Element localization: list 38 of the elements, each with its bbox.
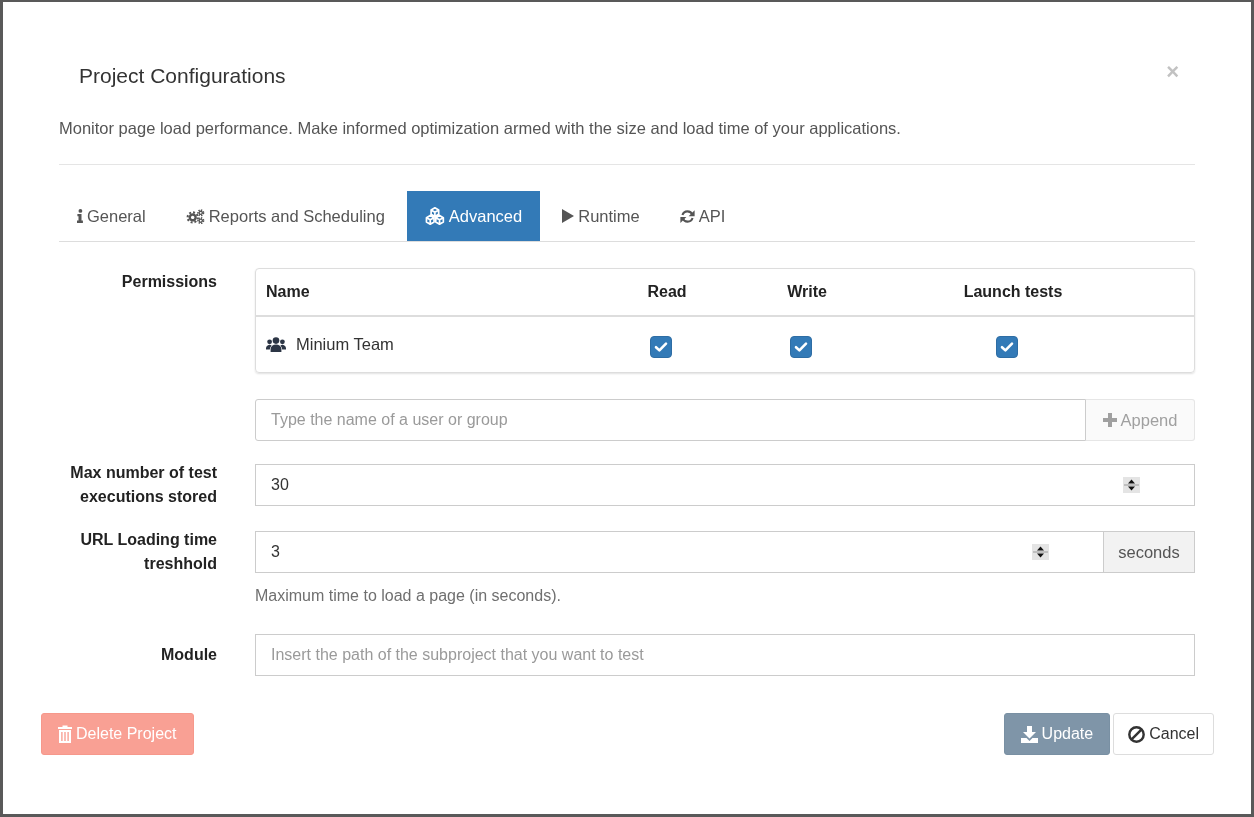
text-input[interactable]: Insert the path of the subproject that you want to test: [255, 634, 1195, 676]
field-label: Max number of test executions stored: [69, 463, 217, 507]
checkbox[interactable]: [650, 335, 672, 358]
field-label: Permissions: [120, 272, 217, 292]
tab[interactable]: API: [661, 191, 744, 241]
download-icon: [1020, 725, 1038, 743]
info-icon: [77, 209, 83, 223]
cancel-button[interactable]: Cancel: [1113, 713, 1214, 755]
ban-icon: [1128, 725, 1146, 743]
help-text: Maximum time to load a page (in seconds).: [255, 586, 562, 606]
dialog-description: Monitor page load performance. Make informed optimization armed with the size and load time of your applications.: [59, 118, 902, 139]
stepper-icon[interactable]: [1123, 477, 1140, 493]
plus-icon: [1102, 413, 1117, 427]
number-input[interactable]: 30: [255, 464, 1195, 506]
column-header: Name: [266, 283, 310, 301]
trash-icon: [58, 725, 72, 743]
refresh-icon: [679, 208, 695, 224]
dialog-title: Project Configurations: [79, 63, 286, 89]
tab[interactable]: Advanced: [406, 191, 541, 241]
column-header: Launch tests: [963, 283, 1063, 301]
number-input[interactable]: 3: [255, 531, 1104, 573]
play-icon: [562, 209, 575, 223]
checkbox[interactable]: [790, 335, 812, 358]
users-icon: [266, 337, 286, 352]
column-header: Read: [647, 283, 687, 301]
user-input[interactable]: Type the name of a user or group: [255, 399, 1086, 441]
unit-label: seconds: [1104, 531, 1195, 573]
gears-icon: [185, 208, 205, 224]
checkbox[interactable]: [996, 335, 1018, 358]
field-label: Module: [160, 645, 217, 665]
tab[interactable]: Runtime: [544, 191, 658, 241]
tab[interactable]: Reports and Scheduling: [167, 191, 403, 241]
column-header: Write: [787, 283, 827, 301]
field-label: URL Loading time treshhold: [79, 530, 217, 574]
tab[interactable]: General: [59, 191, 164, 241]
stepper-icon[interactable]: [1032, 544, 1049, 560]
table-cell: Minium Team: [296, 335, 394, 354]
cubes-icon: [424, 207, 445, 225]
